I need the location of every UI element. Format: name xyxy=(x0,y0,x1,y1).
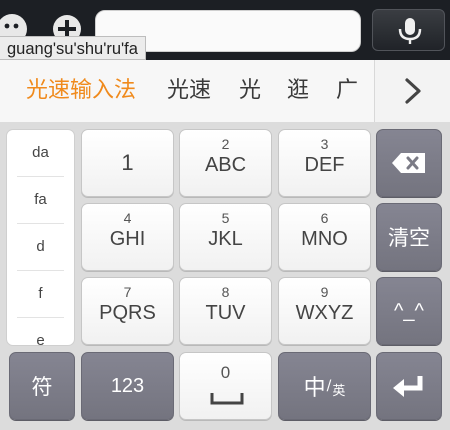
numeric-key-label: 123 xyxy=(110,374,145,397)
key-8-tuv[interactable]: 8 TUV xyxy=(179,277,272,345)
candidate-bar: 光速输入法 光速 光 逛 广 xyxy=(0,60,450,123)
pinyin-option[interactable]: fa xyxy=(17,177,64,224)
emoticon-key[interactable]: ^_^ xyxy=(376,277,442,345)
key-digit: 6 xyxy=(320,210,329,226)
language-toggle-key[interactable]: 中 / 英 xyxy=(278,352,371,420)
key-6-mno[interactable]: 6 MNO xyxy=(278,203,371,271)
symbol-key[interactable]: 符 xyxy=(9,352,75,420)
voice-input-button[interactable] xyxy=(372,9,445,51)
key-letters: PQRS xyxy=(99,302,156,324)
key-1[interactable]: 1 xyxy=(81,129,174,197)
pinyin-option-list[interactable]: da fa d f e xyxy=(6,129,75,346)
candidate-item[interactable]: 光 xyxy=(239,60,261,122)
key-digit: 3 xyxy=(320,136,329,152)
space-key[interactable]: 0 xyxy=(179,352,272,420)
key-letters: TUV xyxy=(205,302,246,324)
key-digit: 7 xyxy=(123,284,132,300)
clear-key-label: 清空 xyxy=(388,226,430,250)
composing-pinyin: guang'su'shu'ru'fa xyxy=(0,36,146,60)
chevron-right-icon xyxy=(405,78,421,104)
key-digit: 9 xyxy=(320,284,329,300)
key-7-pqrs[interactable]: 7 PQRS xyxy=(81,277,174,345)
key-2-abc[interactable]: 2 ABC xyxy=(179,129,272,197)
candidate-item[interactable]: 光速输入法 xyxy=(26,60,136,122)
backspace-icon xyxy=(392,153,425,173)
candidate-item[interactable]: 逛 xyxy=(287,60,309,122)
candidate-item[interactable]: 广 xyxy=(336,60,358,122)
space-key-digit: 0 xyxy=(220,363,231,382)
key-letters: GHI xyxy=(109,228,146,250)
key-digit: 8 xyxy=(221,284,230,300)
key-5-jkl[interactable]: 5 JKL xyxy=(179,203,272,271)
backspace-key[interactable] xyxy=(376,129,442,197)
language-main-label: 中 xyxy=(303,376,326,401)
clear-key[interactable]: 清空 xyxy=(376,203,442,271)
enter-icon xyxy=(393,376,423,397)
emoticon-key-label: ^_^ xyxy=(394,299,424,322)
key-digit: 2 xyxy=(221,136,230,152)
numeric-key[interactable]: 123 xyxy=(81,352,174,420)
language-alt-label: 英 xyxy=(332,383,346,399)
key-9-wxyz[interactable]: 9 WXYZ xyxy=(278,277,371,345)
symbol-key-label: 符 xyxy=(31,375,53,399)
keyboard: da fa d f e 1 2 ABC 3 DEF 4 GHI 5 JKL 6 … xyxy=(0,122,450,430)
key-4-ghi[interactable]: 4 GHI xyxy=(81,203,174,271)
key-3-def[interactable]: 3 DEF xyxy=(278,129,371,197)
enter-key[interactable] xyxy=(376,352,442,420)
pinyin-option[interactable]: da xyxy=(17,130,64,177)
pinyin-option[interactable]: f xyxy=(17,271,64,318)
candidate-item[interactable]: 光速 xyxy=(167,60,211,122)
key-letters: ABC xyxy=(204,154,247,176)
more-candidates-button[interactable] xyxy=(374,60,450,122)
microphone-icon xyxy=(398,18,422,44)
pinyin-option[interactable]: e xyxy=(17,318,64,345)
key-digit: 4 xyxy=(123,210,132,226)
key-digit: 5 xyxy=(221,210,230,226)
pinyin-option[interactable]: d xyxy=(17,224,64,271)
space-icon xyxy=(210,393,244,405)
key-1-label: 1 xyxy=(121,150,134,175)
language-separator: / xyxy=(326,378,332,394)
key-letters: WXYZ xyxy=(295,302,354,324)
key-letters: MNO xyxy=(301,228,348,250)
key-letters: DEF xyxy=(304,154,345,176)
key-letters: JKL xyxy=(208,228,243,250)
